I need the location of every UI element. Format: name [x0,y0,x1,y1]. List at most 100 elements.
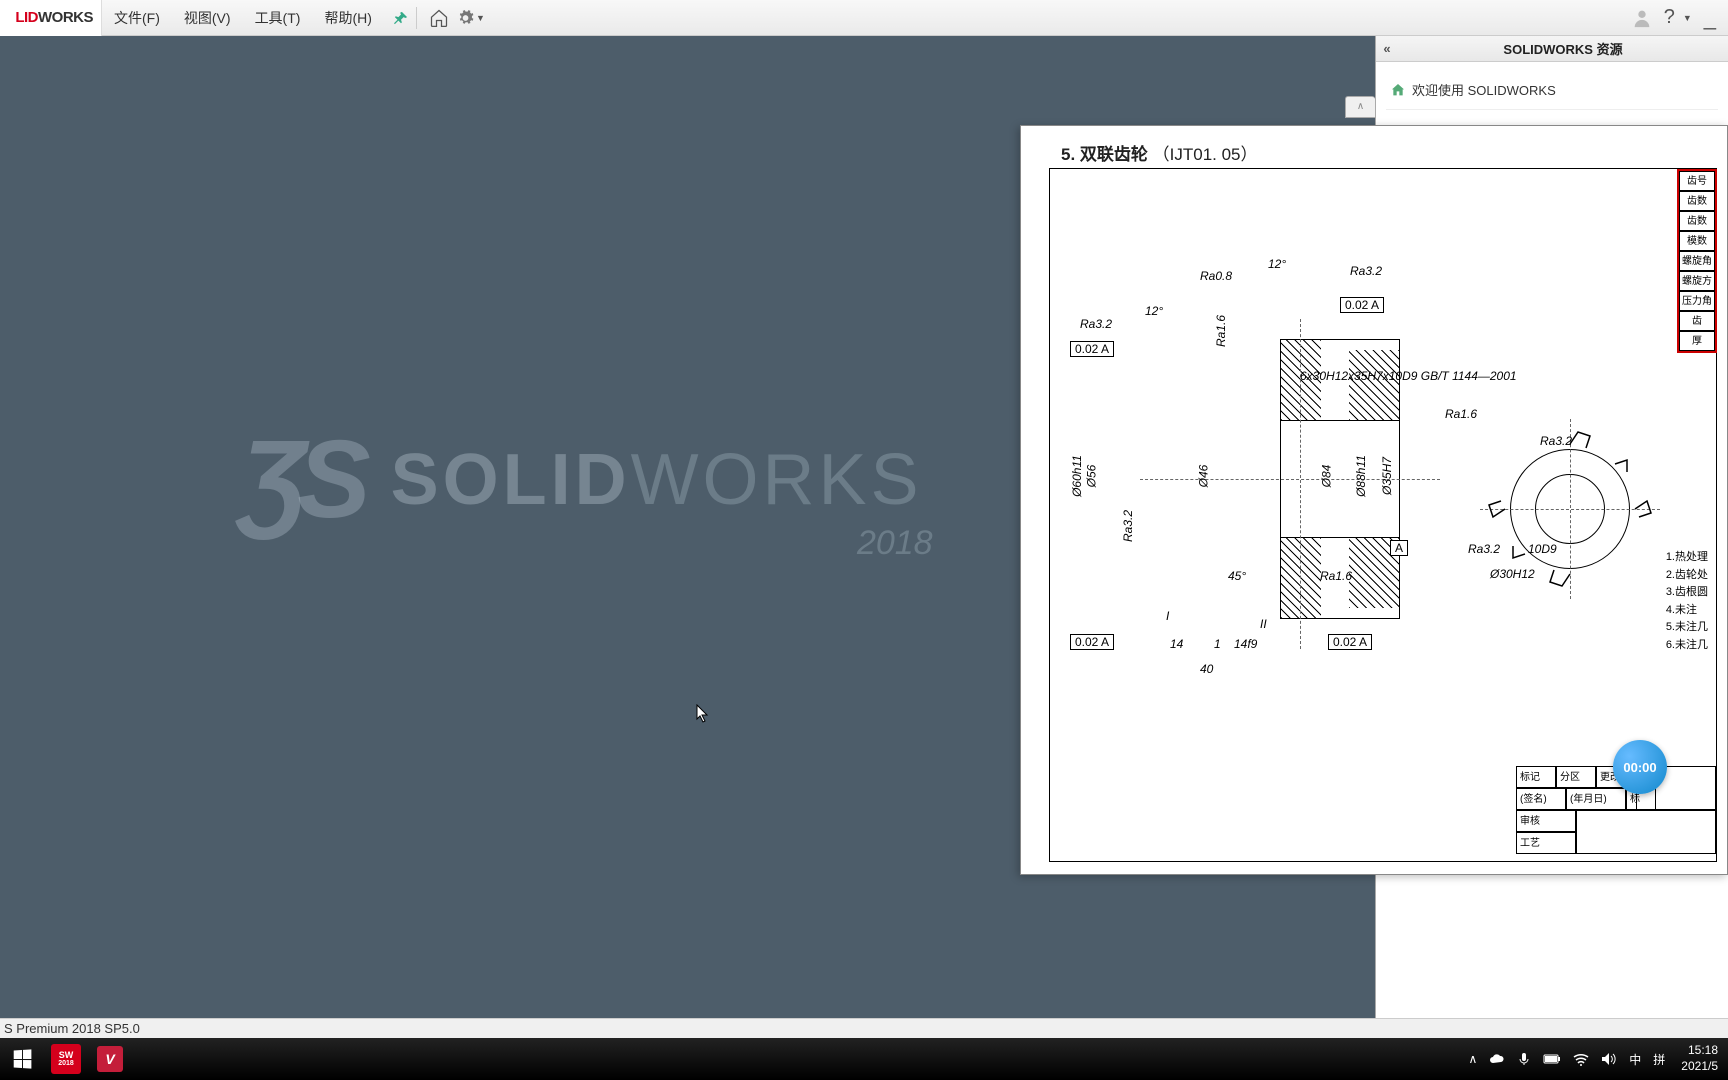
title-code: （IJT01. 05） [1153,145,1258,164]
diameter-label: Ø88h11 [1354,455,1368,497]
ra-label: Ra1.6 [1320,569,1352,583]
width-label: 14f9 [1234,637,1257,651]
menu-file[interactable]: 文件(F) [102,0,172,35]
note-line: 5.未注几 [1666,619,1708,637]
menu-bar: LIDWORKS 文件(F) 视图(V) 工具(T) 帮助(H) ▼ ? ▼ _ [0,0,1728,36]
app-logo: LIDWORKS [0,0,102,36]
panel-header: « SOLIDWORKS 资源 [1376,36,1728,62]
menu-help[interactable]: 帮助(H) [312,0,383,35]
ds-logo-icon: ƷS [240,436,361,524]
welcome-text: 欢迎使用 SOLIDWORKS [1412,80,1556,99]
ra-label: Ra3.2 [1121,510,1135,542]
note-line: 4.未注 [1666,602,1708,620]
ra-label: Ra0.8 [1200,269,1232,283]
param-cell: 压力角 [1679,291,1715,311]
note-line: 6.未注几 [1666,637,1708,655]
home-button[interactable] [425,4,453,32]
clock-time: 15:18 [1681,1043,1718,1059]
tray-battery-icon[interactable] [1537,1038,1567,1080]
options-button[interactable]: ▼ [457,4,485,32]
drawing-title: 5. 双联齿轮 （IJT01. 05） [1061,140,1258,165]
sw-task-icon: SW2018 [51,1044,81,1074]
param-cell: 模数 [1679,231,1715,251]
gtol-box: 0.02 A [1070,341,1114,357]
tray-volume-icon[interactable] [1595,1038,1623,1080]
ime-mode[interactable]: 拼 [1647,1038,1671,1080]
system-tray: ∧ 中 拼 15:18 2021/5 [1462,1038,1728,1080]
ra-label: Ra1.6 [1214,315,1228,347]
tb-cell: 工艺 [1516,832,1576,854]
mouse-cursor-icon [696,704,710,724]
taskbar: SW2018 V ∧ 中 拼 15:18 2021/5 [0,1038,1728,1080]
hatch-region [1349,350,1399,420]
title-num: 5. [1061,145,1080,164]
help-dropdown-icon[interactable]: ▼ [1683,13,1692,23]
tray-cloud-icon[interactable] [1483,1038,1511,1080]
title-name: 双联齿轮 [1080,145,1148,164]
panel-title: SOLIDWORKS 资源 [1398,39,1728,58]
diameter-label: Ø84 [1319,465,1333,488]
spline-callout: 6x30H12x35H7x10D9 GB/T 1144—2001 [1300,369,1517,383]
gear-param-table: 齿号 齿数 齿数 模数 螺旋角 螺旋方 压力角 齿 厚 [1677,169,1717,353]
pin-icon[interactable] [392,9,410,27]
angle-label: 45° [1228,569,1246,583]
menu-view[interactable]: 视图(V) [172,0,243,35]
user-account-button[interactable] [1628,4,1656,32]
taskbar-app-red[interactable]: V [89,1040,131,1078]
ime-language[interactable]: 中 [1623,1038,1647,1080]
width-label: 14 [1170,637,1183,651]
tb-cell: (年月日) [1566,788,1626,810]
tray-wifi-icon[interactable] [1567,1038,1595,1080]
drawing-document[interactable]: 5. 双联齿轮 （IJT01. 05） 齿号 齿数 齿数 模数 螺旋角 螺旋方 … [1020,125,1728,875]
menu-tools[interactable]: 工具(T) [243,0,313,35]
width-label: 1 [1214,637,1221,651]
param-cell: 厚 [1679,331,1715,351]
section-mark: II [1260,617,1267,631]
menu-items: 文件(F) 视图(V) 工具(T) 帮助(H) [102,0,410,35]
welcome-link[interactable]: 欢迎使用 SOLIDWORKS [1386,70,1718,110]
watermark: ƷS SOLIDWORKS 2018 [240,436,923,524]
wm-solid: SOLID [391,440,631,520]
tray-microphone-icon[interactable] [1511,1038,1537,1080]
chevron-down-icon: ▼ [476,13,485,23]
ra-label: Ra3.2 [1540,434,1572,448]
param-cell: 螺旋角 [1679,251,1715,271]
panel-expand-tab[interactable]: ∧ [1345,96,1375,118]
separator [416,7,417,29]
technical-notes: 1.热处理 2.齿轮处 3.齿根圆 4.未注 5.未注几 6.未注几 [1666,549,1708,655]
param-cell: 齿号 [1679,171,1715,191]
note-line: 2.齿轮处 [1666,567,1708,585]
param-cell: 齿数 [1679,211,1715,231]
menu-right-group: ? ▼ _ [1626,4,1728,32]
ra-label: Ra1.6 [1445,407,1477,421]
status-text: S Premium 2018 SP5.0 [4,1021,140,1036]
ra-label: Ra3.2 [1468,542,1500,556]
hatch-region [1281,538,1321,618]
logo-prefix: LID [15,9,38,26]
panel-collapse-button[interactable]: « [1376,41,1398,56]
minimize-dash[interactable]: _ [1700,5,1720,31]
diameter-label: Ø30H12 [1490,567,1535,581]
ra-label: Ra3.2 [1350,264,1382,278]
diameter-label: Ø56 [1084,465,1098,488]
taskbar-solidworks[interactable]: SW2018 [45,1040,87,1078]
angle-label: 12° [1145,304,1163,318]
tb-cell: 标记 [1516,766,1556,788]
width-label: 40 [1200,662,1213,676]
ra-label: Ra3.2 [1080,317,1112,331]
gtol-box: 0.02 A [1070,634,1114,650]
timer-badge[interactable]: 00:00 [1613,740,1667,794]
gtol-box: 0.02 A [1340,297,1384,313]
start-button[interactable] [1,1040,43,1078]
tb-cell: 审核 [1516,810,1576,832]
note-line: 3.齿根圆 [1666,584,1708,602]
tray-overflow[interactable]: ∧ [1462,1038,1483,1080]
taskbar-clock[interactable]: 15:18 2021/5 [1671,1043,1728,1074]
tb-cell: (签名) [1516,788,1566,810]
angle-label: 12° [1268,257,1286,271]
panel-body: 欢迎使用 SOLIDWORKS [1376,62,1728,118]
help-button[interactable]: ? [1658,6,1681,29]
v-app-icon: V [97,1046,123,1072]
clock-date: 2021/5 [1681,1059,1718,1075]
section-mark: I [1166,609,1169,623]
